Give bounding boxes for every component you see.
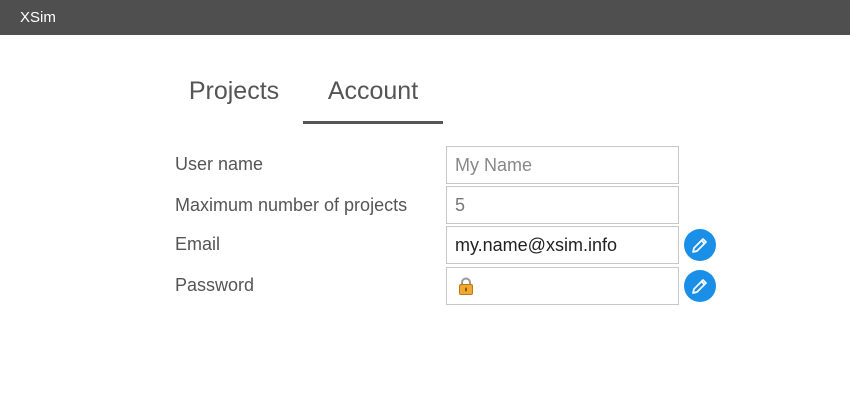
lock-icon <box>459 277 473 295</box>
title-bar: XSim <box>0 0 850 35</box>
pencil-icon <box>692 238 707 253</box>
username-label: User name <box>175 154 264 174</box>
pencil-icon <box>692 279 707 294</box>
email-label: Email <box>175 234 221 254</box>
email-input[interactable] <box>446 226 679 264</box>
tab-projects[interactable]: Projects <box>186 74 282 124</box>
username-input[interactable] <box>446 146 679 184</box>
max-projects-label: Maximum number of projects <box>175 195 408 215</box>
max-projects-input[interactable] <box>446 186 679 224</box>
email-edit-button[interactable] <box>684 229 716 261</box>
app-title: XSim <box>20 9 56 26</box>
password-label: Password <box>175 275 255 295</box>
tab-account[interactable]: Account <box>303 74 443 124</box>
password-edit-button[interactable] <box>684 270 716 302</box>
password-input[interactable] <box>446 267 679 305</box>
